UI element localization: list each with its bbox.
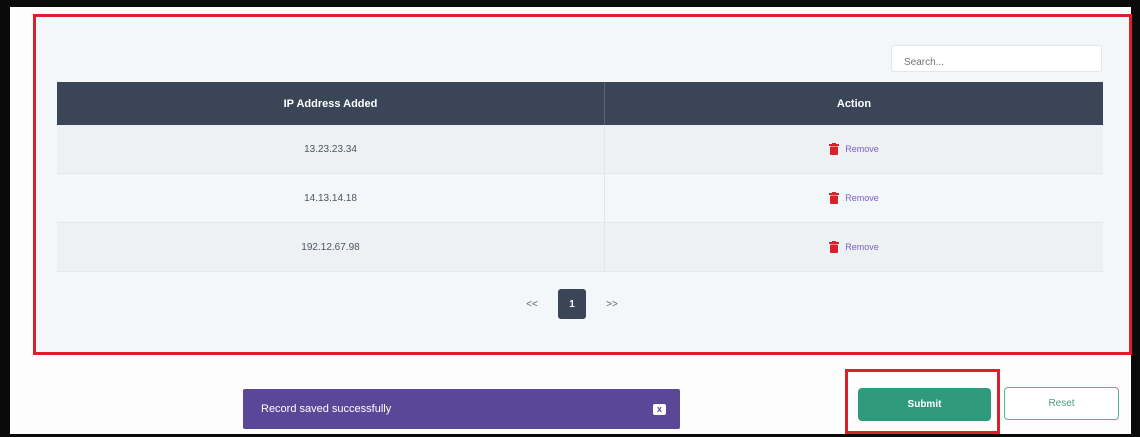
- action-cell: Remove: [605, 174, 1103, 222]
- action-cell: Remove: [605, 125, 1103, 173]
- remove-label: Remove: [845, 144, 879, 154]
- table-row: 13.23.23.34 Remove: [57, 125, 1103, 174]
- pagination-prev-button[interactable]: <<: [518, 289, 546, 319]
- column-header-action: Action: [836, 97, 872, 110]
- ip-address-cell: 192.12.67.98: [57, 223, 605, 271]
- submit-button[interactable]: Submit: [858, 388, 991, 421]
- trash-icon: [829, 241, 840, 253]
- ip-address-table: IP Address Added Action 13.23.23.34 Remo…: [57, 82, 1103, 272]
- trash-icon: [829, 192, 840, 204]
- pagination: << 1 >>: [518, 288, 626, 320]
- remove-label: Remove: [845, 242, 879, 252]
- trash-icon: [829, 143, 840, 155]
- screenshot-frame-top: [0, 0, 1140, 7]
- screenshot-frame-left: [0, 0, 10, 437]
- table-row: 192.12.67.98 Remove: [57, 223, 1103, 272]
- ip-address-cell: 13.23.23.34: [57, 125, 605, 173]
- pagination-next-button[interactable]: >>: [598, 289, 626, 319]
- remove-button[interactable]: Remove: [829, 241, 879, 253]
- table-header: IP Address Added Action: [57, 82, 1103, 125]
- ip-address-panel: IP Address Added Action 13.23.23.34 Remo…: [33, 14, 1132, 355]
- toast-message: Record saved successfully: [261, 403, 392, 415]
- screenshot-frame-right: [1131, 0, 1140, 437]
- table-row: 14.13.14.18 Remove: [57, 174, 1103, 223]
- remove-label: Remove: [845, 193, 879, 203]
- success-toast: Record saved successfully x: [243, 389, 680, 429]
- close-icon[interactable]: x: [653, 403, 666, 415]
- remove-button[interactable]: Remove: [829, 192, 879, 204]
- remove-button[interactable]: Remove: [829, 143, 879, 155]
- ip-address-cell: 14.13.14.18: [57, 174, 605, 222]
- column-header-ip: IP Address Added: [57, 82, 605, 125]
- action-cell: Remove: [605, 223, 1103, 271]
- search-input[interactable]: [891, 45, 1102, 72]
- pagination-page-1[interactable]: 1: [558, 289, 586, 319]
- reset-button[interactable]: Reset: [1004, 387, 1119, 420]
